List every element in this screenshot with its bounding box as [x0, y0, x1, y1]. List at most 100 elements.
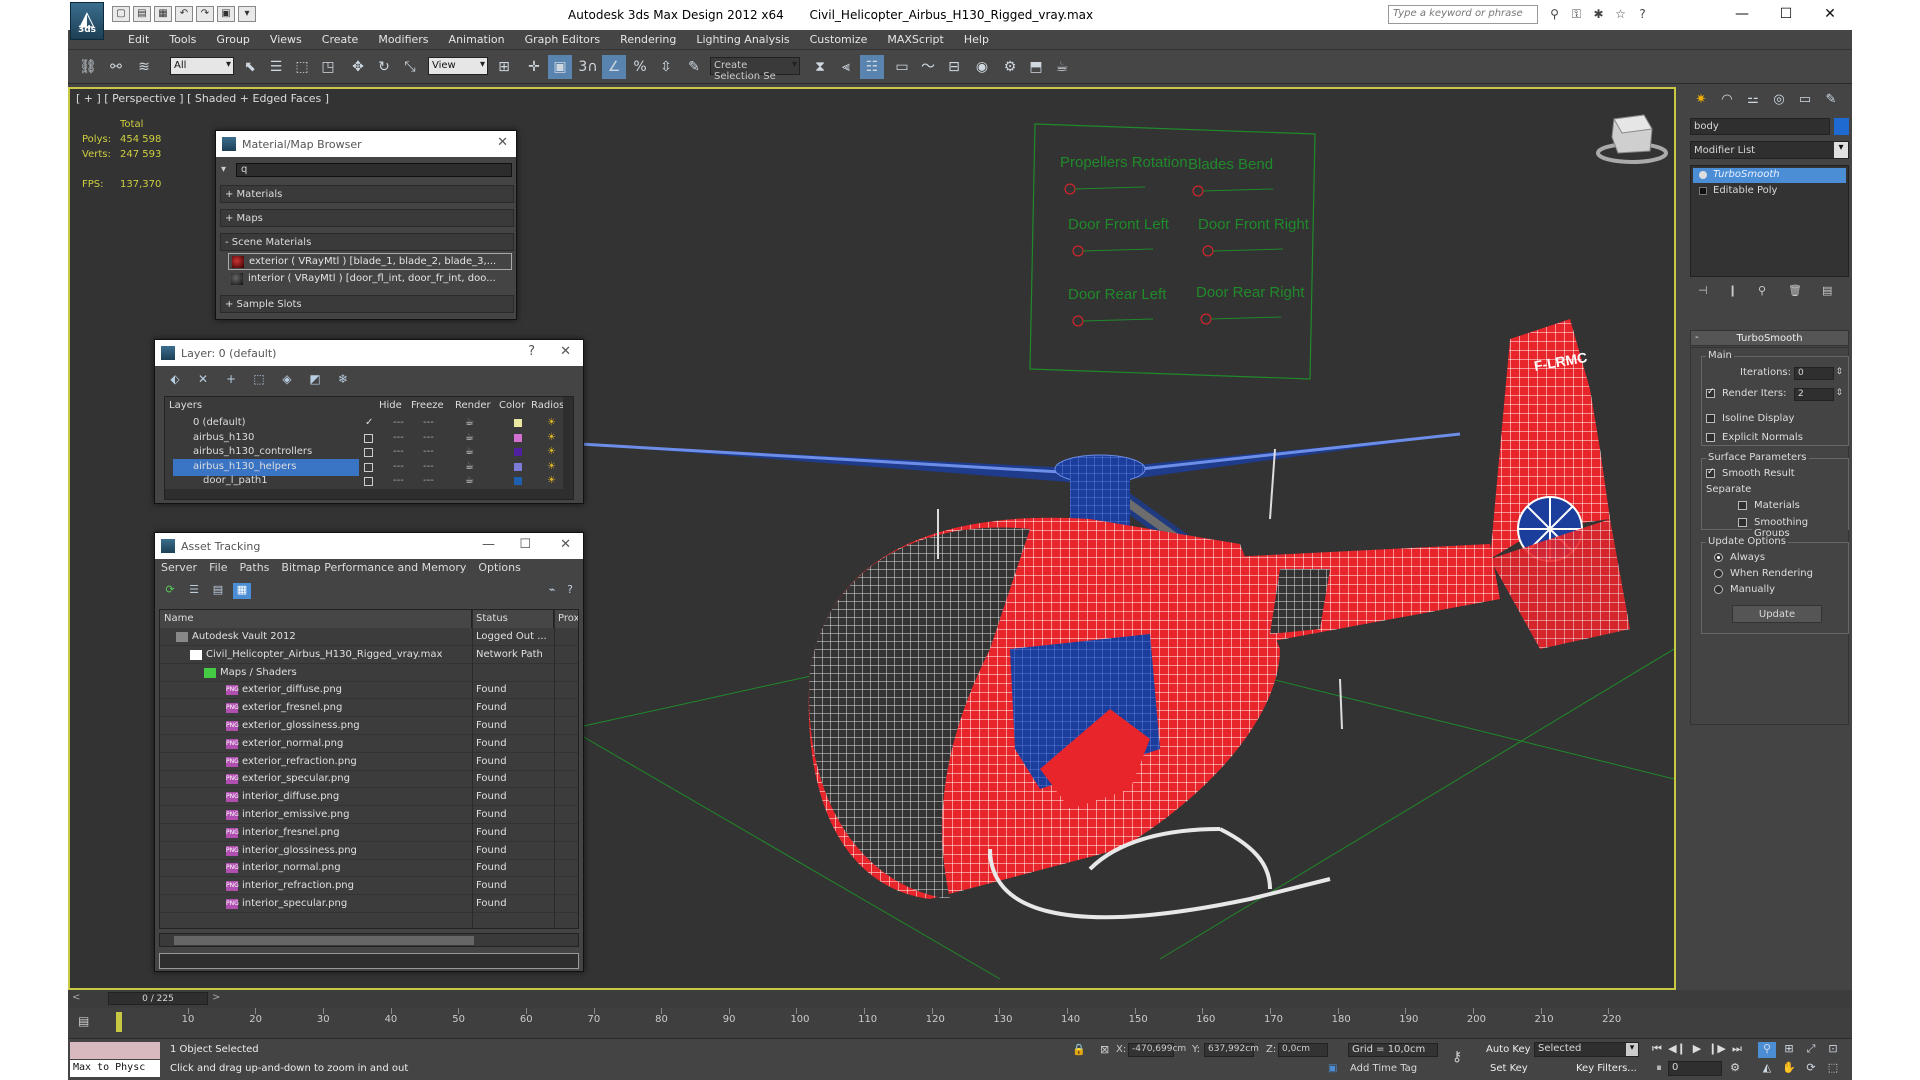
orbit-icon[interactable]: ⟳: [1802, 1061, 1820, 1077]
asset-row[interactable]: Maps / Shaders: [160, 664, 578, 682]
undo-icon[interactable]: ↶: [175, 6, 193, 22]
align-icon[interactable]: ⫷: [834, 55, 858, 79]
quick-access-dropdown-icon[interactable]: ▾: [238, 6, 256, 22]
schematic-view-icon[interactable]: ⊟: [942, 55, 966, 79]
asset-row[interactable]: Civil_Helicopter_Airbus_H130_Rigged_vray…: [160, 646, 578, 664]
layer-color-swatch[interactable]: [514, 448, 522, 456]
col-hide[interactable]: Hide: [379, 397, 402, 415]
layer-color-swatch[interactable]: [514, 433, 522, 442]
menu-create[interactable]: Create: [312, 30, 369, 49]
zoom-extents-icon[interactable]: ⤢: [1802, 1042, 1820, 1058]
layer-color-swatch[interactable]: [514, 419, 522, 427]
control-slider-track[interactable]: [1202, 188, 1274, 192]
asset-row[interactable]: PNG exterior_refraction.png Found: [160, 753, 578, 771]
asset-row[interactable]: PNG exterior_normal.png Found: [160, 735, 578, 753]
add-to-layer-icon[interactable]: +: [221, 372, 241, 390]
asset-row[interactable]: PNG exterior_specular.png Found: [160, 770, 578, 789]
menu-rendering[interactable]: Rendering: [610, 30, 686, 49]
control-slider-knob[interactable]: [1064, 183, 1076, 195]
binoculars-icon[interactable]: ⚲: [1546, 6, 1563, 23]
app-logo[interactable]: 3ds ◭: [70, 2, 104, 40]
asset-row[interactable]: PNG interior_normal.png Found: [160, 859, 578, 878]
teapot-render-icon[interactable]: ☕: [465, 417, 474, 428]
radiosity-icon[interactable]: ☀: [547, 475, 556, 486]
menu-group[interactable]: Group: [206, 30, 260, 49]
pan-icon[interactable]: ✋: [1780, 1061, 1798, 1077]
open-file-icon[interactable]: ▤: [133, 6, 151, 22]
key-selection-dropdown[interactable]: Selected: [1534, 1042, 1639, 1057]
asset-row[interactable]: PNG interior_glossiness.png Found: [160, 842, 578, 860]
layer-manager-icon[interactable]: ☷: [860, 55, 884, 79]
asset-row[interactable]: PNG interior_refraction.png Found: [160, 877, 578, 896]
layer-hscrollbar[interactable]: [165, 489, 563, 499]
iterations-spinner[interactable]: 0: [1794, 367, 1843, 380]
col-radiosity[interactable]: Radiosi: [531, 397, 567, 415]
col-layers[interactable]: Layers: [169, 397, 202, 415]
track-bar[interactable]: ▤ 10 20 30 40 50 60 70 80 90 100 110 120 130 140 150 16…: [68, 1008, 1852, 1038]
auto-key-button[interactable]: Auto Key: [1486, 1044, 1531, 1055]
z-coordinate-field[interactable]: 0,0cm: [1278, 1043, 1328, 1057]
teapot-render-icon[interactable]: ☕: [465, 475, 474, 486]
redo-icon[interactable]: ↷: [196, 6, 214, 22]
curve-editor-icon[interactable]: 〜: [916, 55, 940, 79]
asset-row[interactable]: PNG interior_fresnel.png Found: [160, 824, 578, 842]
menu-views[interactable]: Views: [260, 30, 312, 49]
smooth-result-checkbox[interactable]: [1706, 467, 1715, 478]
refresh-icon[interactable]: ⟳: [161, 583, 179, 599]
minimize-icon[interactable]: —: [482, 537, 495, 552]
new-file-icon[interactable]: ▢: [112, 6, 130, 22]
rectangular-region-icon[interactable]: ⬚: [290, 55, 314, 79]
delete-layer-icon[interactable]: ✕: [193, 372, 213, 390]
update-manually-radio[interactable]: [1714, 585, 1723, 594]
current-frame-field[interactable]: 0: [1668, 1061, 1722, 1076]
window-crossing-icon[interactable]: ◳: [316, 55, 340, 79]
radiosity-icon[interactable]: ☀: [547, 432, 556, 443]
asset-tracking-titlebar[interactable]: Asset Tracking — ☐ ✕: [155, 533, 583, 559]
menu-modifiers[interactable]: Modifiers: [368, 30, 438, 49]
menu-options[interactable]: Options: [478, 561, 520, 574]
scene-material-interior[interactable]: interior ( VRayMtl ) [door_fl_int, door_…: [228, 271, 512, 288]
hide-toggle[interactable]: [364, 462, 373, 472]
isoline-checkbox[interactable]: [1706, 414, 1715, 423]
maxscript-input[interactable]: Max to Physc: [70, 1060, 160, 1077]
help-icon[interactable]: ?: [561, 583, 579, 599]
menu-bitmap-performance[interactable]: Bitmap Performance and Memory: [281, 561, 466, 574]
zoom-extents-all-icon[interactable]: ⊡: [1824, 1042, 1842, 1058]
render-production-icon[interactable]: ☕: [1050, 55, 1074, 79]
minimize-icon[interactable]: —: [1720, 0, 1764, 28]
list-view-icon[interactable]: ☰: [185, 583, 203, 599]
asset-row[interactable]: PNG exterior_diffuse.png Found: [160, 681, 578, 700]
motion-tab-icon[interactable]: ◎: [1768, 89, 1790, 111]
percent-snap-icon[interactable]: %: [628, 55, 652, 79]
control-slider-track[interactable]: [1074, 186, 1146, 190]
layer-color-swatch[interactable]: [514, 462, 522, 471]
hide-dash[interactable]: ---: [393, 446, 404, 457]
teapot-render-icon[interactable]: ☕: [465, 432, 474, 443]
configure-sets-icon[interactable]: ▤: [1822, 284, 1832, 297]
stack-item-editable-poly[interactable]: Editable Poly: [1693, 184, 1846, 199]
render-iters-checkbox[interactable]: [1706, 387, 1715, 398]
snaps-toggle-icon[interactable]: 3∩: [576, 55, 600, 79]
explicit-normals-checkbox[interactable]: [1706, 433, 1715, 442]
asset-row[interactable]: PNG interior_diffuse.png Found: [160, 788, 578, 807]
menu-edit[interactable]: Edit: [118, 30, 159, 49]
slider-prev-icon[interactable]: <: [72, 992, 80, 1003]
control-slider-knob[interactable]: [1072, 315, 1084, 327]
star-icon[interactable]: ☆: [1612, 6, 1629, 23]
x-coordinate-field[interactable]: -470,699cm: [1128, 1043, 1186, 1057]
expand-box-icon[interactable]: [1699, 187, 1707, 195]
key-icon[interactable]: ⚿: [1568, 6, 1585, 23]
control-slider-track[interactable]: [1212, 248, 1284, 252]
group-maps[interactable]: + Maps: [220, 209, 514, 227]
asset-row[interactable]: Autodesk Vault 2012 Logged Out ...: [160, 628, 578, 646]
modify-tab-icon[interactable]: ◠: [1716, 89, 1738, 111]
menu-maxscript[interactable]: MAXScript: [877, 30, 953, 49]
freeze-toggle[interactable]: ---: [423, 446, 434, 457]
menu-graph-editors[interactable]: Graph Editors: [515, 30, 611, 49]
col-status[interactable]: Status: [472, 610, 554, 628]
lightbulb-icon[interactable]: [1699, 171, 1707, 179]
scale-icon[interactable]: ⤡: [398, 55, 422, 79]
scene-material-exterior[interactable]: exterior ( VRayMtl ) [blade_1, blade_2, …: [228, 253, 512, 270]
selection-filter-dropdown[interactable]: All: [170, 57, 234, 75]
materials-checkbox[interactable]: [1738, 501, 1747, 510]
